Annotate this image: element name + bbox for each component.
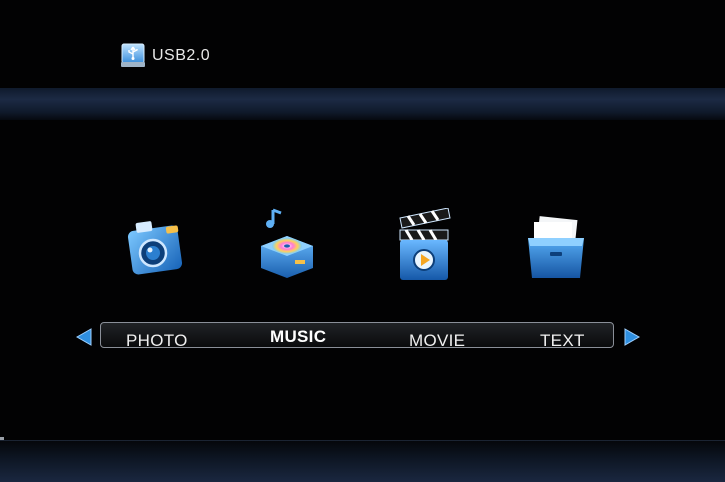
arrow-right-icon[interactable] [624, 328, 640, 346]
top-header: USB2.0 [0, 0, 725, 88]
bottom-band [0, 440, 725, 482]
menu-item-movie[interactable]: MOVIE [409, 331, 465, 351]
movie-clapper-icon[interactable] [392, 208, 456, 286]
usb-drive-icon [121, 43, 145, 67]
menu-item-text[interactable]: TEXT [540, 331, 585, 351]
main-area [0, 120, 725, 440]
music-player-icon[interactable] [255, 206, 319, 284]
menu-item-photo[interactable]: PHOTO [126, 331, 188, 351]
text-folder-icon[interactable] [524, 208, 588, 286]
menu-item-music[interactable]: MUSIC [270, 327, 326, 347]
media-player-screen: USB2.0 PHOTO MUSIC MOVIE TEXT [0, 0, 725, 482]
device-label: USB2.0 [152, 47, 211, 64]
arrow-left-icon[interactable] [76, 328, 92, 346]
top-divider-band [0, 88, 725, 120]
photo-camera-icon[interactable] [124, 208, 188, 286]
